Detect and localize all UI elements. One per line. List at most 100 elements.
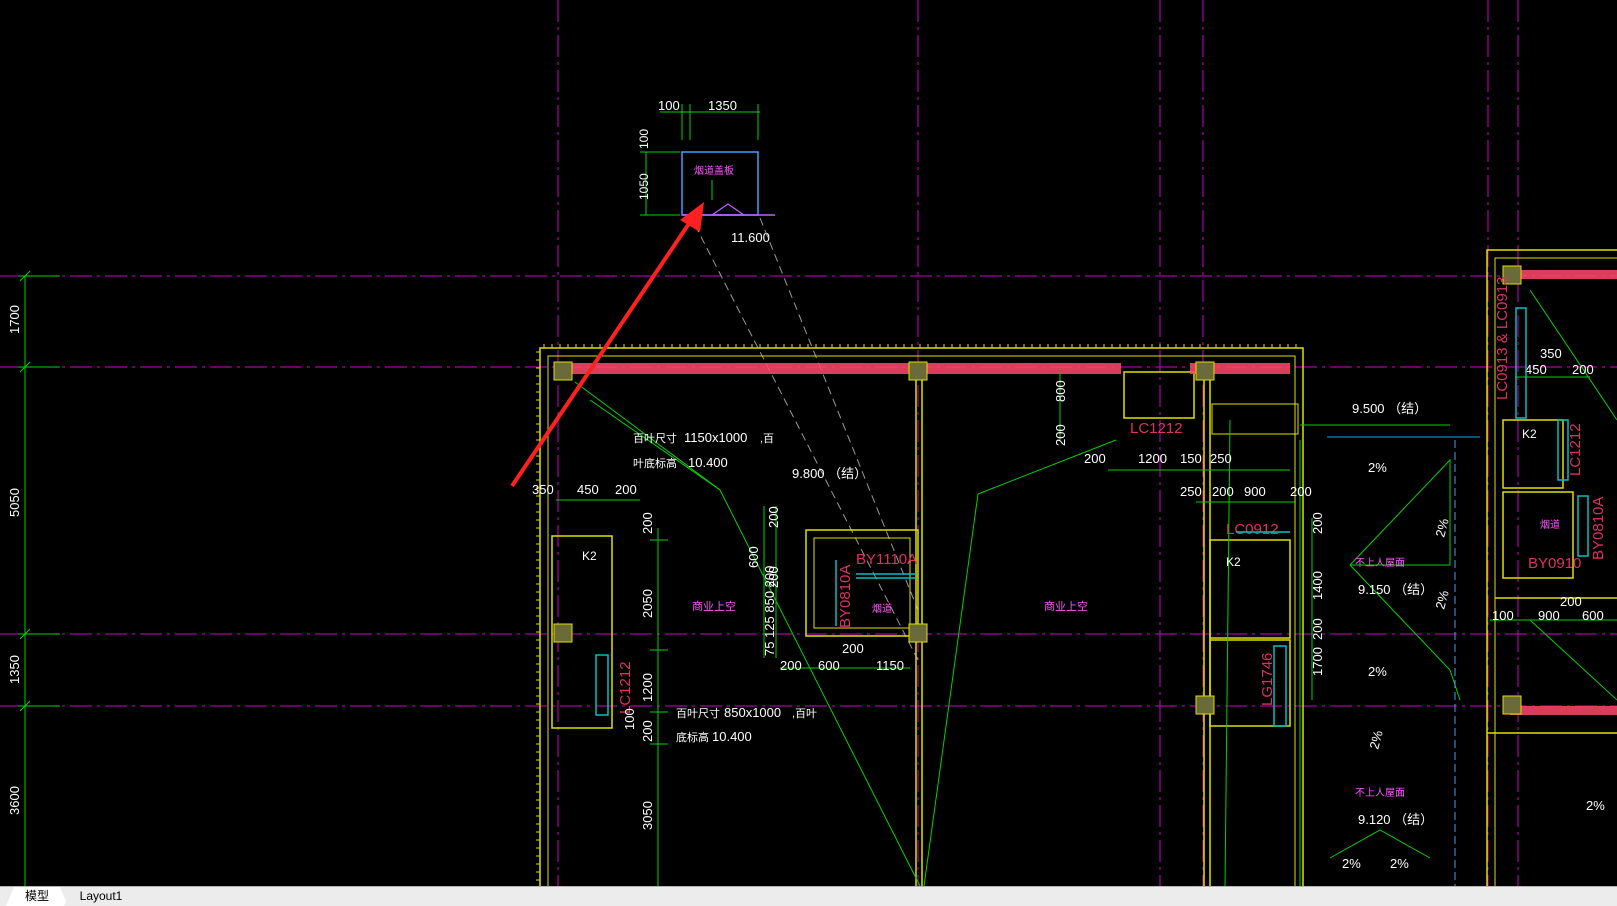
label-lc0912: LC0912 [1226, 521, 1279, 538]
dim-b200-v: 200 [640, 512, 655, 534]
dim-1350-top: 1350 [708, 98, 737, 113]
dim-e1700: 1700 [1310, 647, 1325, 676]
elevation-9150: 9.150 （结） [1358, 582, 1433, 597]
room-commercial-1: 商业上空 [692, 599, 736, 613]
dim-100-top: 100 [658, 98, 680, 113]
left-dimension-chain [18, 270, 60, 886]
dimension-texts: 350 450 200 200 2050 1200 100 200 3050 2… [532, 346, 1604, 830]
vent-size-value-2: 850x1000 [724, 705, 781, 720]
vent-size-suffix-2: ,百叶 [792, 707, 817, 720]
slope-2: 2% [1368, 664, 1387, 679]
room-unroofed-2: 不上人屋面 [1355, 787, 1405, 799]
label-lc0913: LC0913 & LC0913 [1494, 277, 1511, 400]
slope-3: 2% [1342, 856, 1361, 871]
dim-f350: 350 [1540, 346, 1562, 361]
dim-e200: 200 [1310, 512, 1325, 534]
slope-4: 2% [1390, 856, 1409, 871]
label-k2-3: K2 [1522, 427, 1537, 441]
dim-d1200: 1200 [1138, 451, 1167, 466]
columns [553, 265, 1522, 715]
drawing-canvas[interactable]: 1700 5050 1350 3600 100 1350 100 1050 烟道… [0, 0, 1617, 886]
dim-5050: 5050 [7, 488, 22, 517]
dim-b2050: 2050 [640, 589, 655, 618]
flue-cover-detail: 100 1350 100 1050 烟道盖板 11.600 [637, 98, 775, 245]
dim-b3050: 3050 [640, 801, 655, 830]
label-lc1212-1: LC1212 [617, 661, 634, 714]
dim-d250-2: 250 [1180, 484, 1202, 499]
label-k2-1: K2 [582, 549, 597, 563]
dim-c600-b: 600 [818, 658, 840, 673]
dim-1350: 1350 [7, 655, 22, 684]
vent-size-suffix-1: ,百 [760, 433, 774, 445]
elevation-9500: 9.500 （结） [1352, 401, 1427, 416]
slope-1: 2% [1368, 460, 1387, 475]
label-by0810a-2: BY0810A [1590, 497, 1607, 560]
dim-f100: 100 [1492, 608, 1514, 623]
vent-bottom-label-1: 叶底标高 [633, 456, 677, 470]
dim-b100: 100 [622, 708, 637, 730]
dim-f900: 900 [1538, 608, 1560, 623]
dim-b1200: 1200 [640, 673, 655, 702]
dim-a450: 450 [577, 482, 599, 497]
slope-7: 2% [1366, 728, 1385, 750]
dim-c1150: 1150 [876, 658, 904, 673]
elevation-11600: 11.600 [731, 230, 770, 245]
dim-c600-v: 600 [746, 546, 761, 568]
dim-c200-c: 200 [780, 658, 802, 673]
label-lc1212-2: LC1212 [1130, 420, 1183, 437]
label-lc1212-3: LC1212 [1567, 423, 1584, 476]
elevation-9120: 9.120 （结） [1358, 812, 1433, 827]
dim-d150: 150 [1180, 451, 1202, 466]
label-by0910: BY0910 [1528, 555, 1581, 572]
slope-6: 2% [1432, 588, 1451, 610]
dim-e1400: 1400 [1310, 571, 1325, 600]
dim-f200: 200 [1572, 362, 1594, 377]
vent-size-value-1: 1150x1000 [684, 430, 747, 445]
dim-e200-2: 200 [1310, 618, 1325, 640]
label-by0810a-1: BY0810A [837, 565, 854, 628]
vent-size-label-1: 百叶尺寸 [633, 431, 677, 445]
dim-d900: 900 [1244, 484, 1266, 499]
dim-d200-4: 200 [1290, 484, 1312, 499]
vent-bottom-value-1: 10.400 [688, 455, 728, 470]
dim-b200-2: 200 [640, 720, 655, 742]
k2-labels: K2 K2 K2 [582, 427, 1537, 569]
dim-1700: 1700 [7, 305, 22, 334]
dim-f600: 600 [1582, 608, 1604, 623]
slope-lines [574, 289, 1617, 886]
dim-c75: 75 125 850 200 [762, 566, 777, 656]
slab-bands [556, 270, 1617, 715]
layout-tab-bar: 模型 Layout1 [0, 886, 1617, 906]
cad-drawing[interactable]: 1700 5050 1350 3600 100 1350 100 1050 烟道… [0, 0, 1617, 886]
dim-c200-b: 200 [842, 641, 864, 656]
vent-bottom-label-2: 底标高 [676, 730, 709, 744]
label-k2-2: K2 [1226, 555, 1241, 569]
slope-labels: 2% 2% 2% 2% 2% 2% 2% 2% [1342, 460, 1605, 871]
vent-size-label-2: 百叶尺寸 [676, 706, 720, 720]
drawing-notes: 百叶尺寸 1150x1000 ,百 叶底标高 10.400 百叶尺寸 850x1… [633, 401, 1433, 827]
dim-f200-2: 200 [1560, 594, 1582, 609]
dim-3600: 3600 [7, 786, 22, 815]
slope-5: 2% [1432, 516, 1451, 538]
vent-bottom-value-2: 10.400 [712, 729, 752, 744]
room-flue-2: 烟道 [1540, 518, 1560, 531]
dim-a200: 200 [615, 482, 637, 497]
dimension-lines [556, 372, 1617, 886]
dim-d250: 250 [1210, 451, 1232, 466]
slope-8: 2% [1586, 798, 1605, 813]
dim-1050-side: 1050 [637, 173, 651, 200]
cad-window: 1700 5050 1350 3600 100 1350 100 1050 烟道… [0, 0, 1617, 906]
dim-c200: 200 [766, 506, 781, 528]
tab-model[interactable]: 模型 [6, 887, 68, 906]
dim-d200-3: 200 [1212, 484, 1234, 499]
dim-d800: 800 [1053, 380, 1068, 402]
tab-layout1[interactable]: Layout1 [64, 887, 138, 906]
dim-100-side: 100 [637, 129, 651, 149]
dim-d200: 200 [1053, 424, 1068, 446]
room-commercial-2: 商业上空 [1044, 599, 1088, 613]
dim-f450: 450 [1525, 362, 1547, 377]
left-axis-dims: 1700 5050 1350 3600 [7, 305, 22, 815]
room-flue-1: 烟道 [872, 602, 892, 615]
dim-d200-h: 200 [1084, 451, 1106, 466]
label-by1110a: BY1110A [856, 551, 917, 568]
